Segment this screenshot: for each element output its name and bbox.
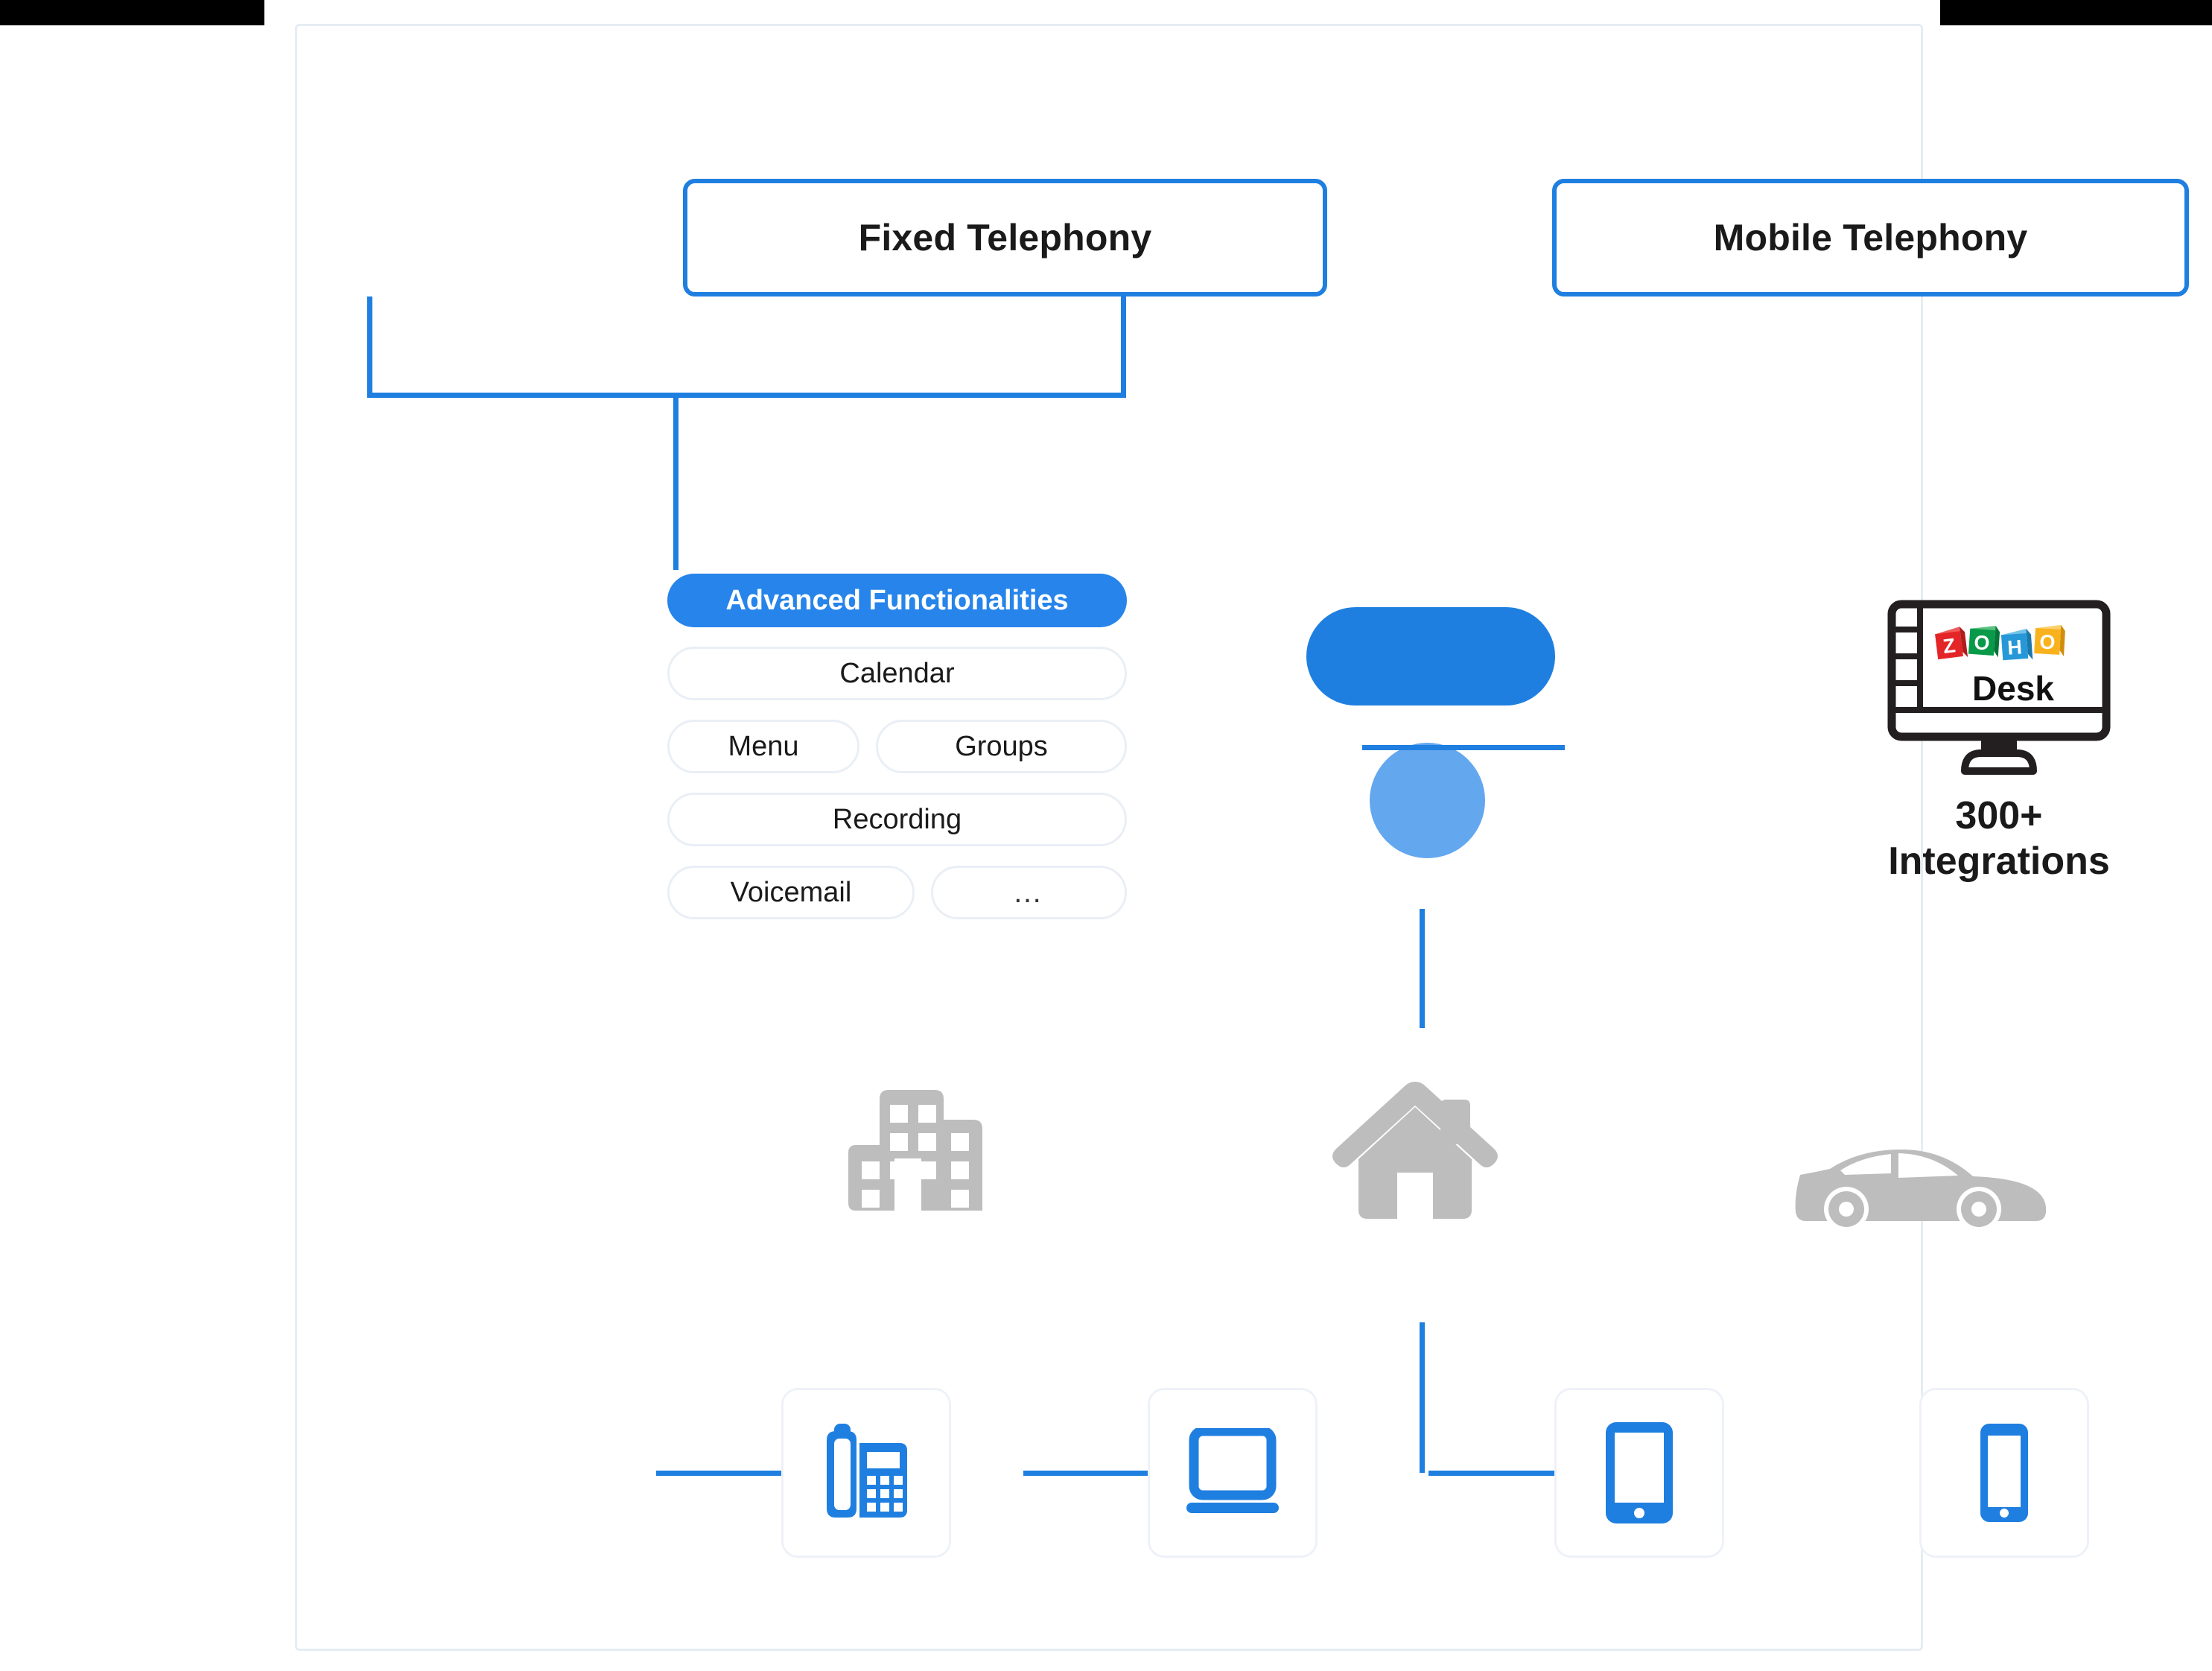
node-mobile-telephony-label: Mobile Telephony	[1713, 217, 2028, 259]
connector-brand-to-integrations	[1362, 745, 1565, 750]
svg-text:O: O	[1973, 631, 1990, 654]
integrations-caption: 300+ Integrations	[1850, 793, 2148, 885]
device-card-laptop[interactable]	[1148, 1388, 1318, 1558]
functionality-row: Menu Groups	[667, 720, 1127, 773]
node-fixed-telephony[interactable]: Fixed Telephony	[683, 179, 1327, 297]
logo-pill-shape	[1306, 607, 1555, 706]
connector-brand-to-house	[1420, 909, 1425, 1028]
functionality-menu-label: Menu	[728, 730, 799, 762]
smartphone-icon	[1980, 1424, 2028, 1522]
laptop-icon	[1186, 1428, 1279, 1513]
functionality-voicemail-label: Voicemail	[730, 876, 852, 908]
functionality-calendar-label: Calendar	[839, 657, 955, 689]
letterbox-bar-left	[0, 0, 264, 25]
home-icon	[1329, 1073, 1501, 1225]
diagram-card: Fixed Telephony Mobile Telephony Advance…	[295, 24, 2189, 1651]
zoho-logo-icon: Z O H O	[1935, 624, 2065, 661]
functionality-recording[interactable]: Recording	[667, 793, 1127, 846]
diagram-canvas: Fixed Telephony Mobile Telephony Advance…	[0, 0, 2212, 1671]
node-mobile-telephony[interactable]: Mobile Telephony	[1552, 179, 2189, 297]
advanced-functionalities-title: Advanced Functionalities	[725, 584, 1069, 616]
connector-fixed-down	[367, 297, 372, 397]
functionality-calendar[interactable]: Calendar	[667, 647, 1127, 700]
car-icon	[1794, 1144, 2047, 1240]
functionality-voicemail[interactable]: Voicemail	[667, 866, 915, 919]
office-building-icon	[848, 1084, 990, 1222]
advanced-functionalities-header[interactable]: Advanced Functionalities	[667, 574, 1127, 627]
functionality-row: Voicemail …	[667, 866, 1127, 919]
monitor-icon: Z O H O Desk	[1887, 600, 2111, 777]
logo-dot-shape	[1370, 743, 1485, 858]
functionality-menu[interactable]: Menu	[667, 720, 859, 773]
node-fixed-telephony-label: Fixed Telephony	[858, 217, 1152, 259]
integrations-count-sublabel: Integrations	[1888, 840, 2110, 884]
letterbox-bar-right	[1940, 0, 2212, 25]
zoho-desk-product-label: Desk	[1972, 669, 2054, 708]
functionality-groups-label: Groups	[955, 730, 1048, 762]
functionality-row: Recording	[667, 793, 1127, 846]
ellipsis-icon: …	[1012, 875, 1046, 909]
functionality-recording-label: Recording	[832, 803, 962, 835]
connector-bus-to-brand	[673, 393, 678, 570]
device-card-smartphone[interactable]	[1919, 1388, 2089, 1558]
connector-top-bus	[367, 393, 1126, 398]
integrations-count: 300+	[1955, 794, 2043, 837]
connector-mobile-down	[1121, 297, 1126, 397]
svg-text:H: H	[2006, 635, 2023, 659]
integrations-block[interactable]: Z O H O Desk 300+ Integrations	[1850, 600, 2148, 885]
svg-text:O: O	[2039, 630, 2056, 653]
device-card-desk-phone[interactable]	[781, 1388, 951, 1558]
functionality-more[interactable]: …	[931, 866, 1127, 919]
device-card-tablet[interactable]	[1554, 1388, 1724, 1558]
desk-phone-icon	[827, 1424, 907, 1518]
functionality-groups[interactable]: Groups	[876, 720, 1127, 773]
tablet-icon	[1606, 1422, 1673, 1523]
functionality-row: Calendar	[667, 647, 1127, 700]
advanced-functionalities-panel: Advanced Functionalities Calendar Menu G…	[667, 574, 1127, 919]
central-platform-logo	[1306, 607, 1560, 875]
connector-house-to-device-bus	[1420, 1322, 1425, 1473]
